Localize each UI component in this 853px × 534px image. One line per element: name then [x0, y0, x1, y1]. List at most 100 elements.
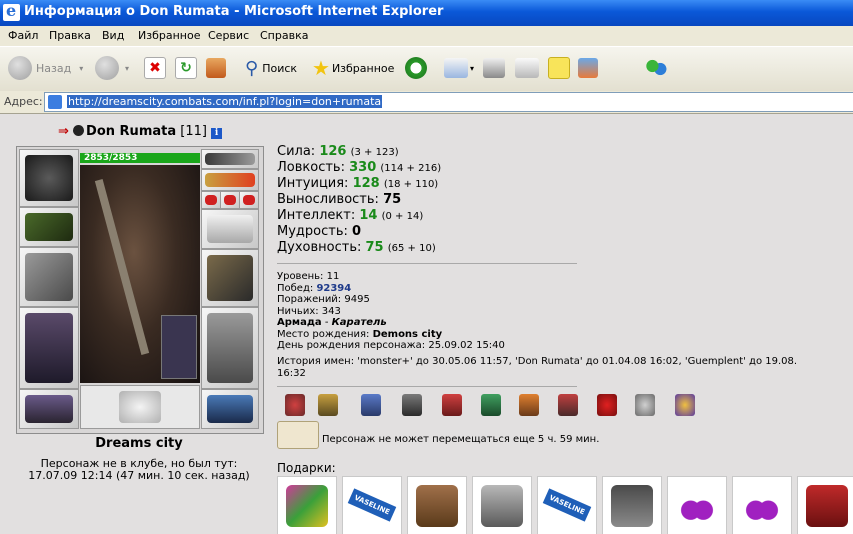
- potions-icon: [741, 485, 783, 527]
- messenger-button[interactable]: [644, 55, 668, 81]
- gift-item[interactable]: [667, 476, 727, 534]
- vaseline-tube-icon: VASELINE: [347, 488, 397, 522]
- gift-item[interactable]: [407, 476, 467, 534]
- history-button[interactable]: [405, 55, 427, 81]
- slot-ring-1[interactable]: [201, 191, 221, 209]
- stat-label: Интуиция:: [277, 176, 349, 191]
- info-value: 9495: [344, 294, 370, 305]
- menu-favorites[interactable]: Избранное: [138, 29, 200, 42]
- gift-item[interactable]: [472, 476, 532, 534]
- stat-detail: (3 + 123): [350, 147, 399, 158]
- slot-legs[interactable]: [201, 307, 259, 389]
- character-avatar: [80, 165, 200, 383]
- stat-label: Ловкость:: [277, 160, 345, 175]
- slot-gloves[interactable]: [201, 209, 259, 249]
- gift-item[interactable]: VASELINE: [342, 476, 402, 534]
- gift-item[interactable]: VASELINE: [537, 476, 597, 534]
- info-value: 11: [326, 271, 340, 282]
- refresh-button[interactable]: ↻: [175, 55, 197, 81]
- amulet-icon: [205, 173, 255, 187]
- clan-name[interactable]: Армада: [277, 317, 322, 328]
- stat-value: 128: [352, 176, 380, 191]
- badge-8-icon[interactable]: [558, 394, 578, 416]
- vaseline-tube-icon: VASELINE: [542, 488, 592, 522]
- slot-bracers[interactable]: [19, 207, 79, 247]
- gift-item[interactable]: [732, 476, 792, 534]
- gift-item[interactable]: [602, 476, 662, 534]
- slot-armor[interactable]: [19, 307, 79, 389]
- character-name: Don Rumata: [86, 124, 177, 139]
- clan-rank: Каратель: [331, 317, 387, 328]
- print-button[interactable]: [483, 55, 505, 81]
- info-icon[interactable]: i: [211, 128, 223, 139]
- gift-item[interactable]: [277, 476, 337, 534]
- badge-1-icon[interactable]: [285, 394, 305, 416]
- character-panel: 2853/2853: [16, 146, 264, 434]
- window-title: Информация о Don Rumata - Microsoft Inte…: [24, 4, 444, 19]
- stat-label: Духовность:: [277, 240, 362, 255]
- bracer-icon: [25, 213, 73, 241]
- badge-5-icon[interactable]: [442, 394, 462, 416]
- badge-11-icon[interactable]: [675, 394, 695, 416]
- stats-list: Сила: 126 (3 + 123) Ловкость: 330 (114 +…: [277, 144, 441, 256]
- slot-boots[interactable]: [201, 389, 259, 429]
- badge-10-icon[interactable]: [635, 394, 655, 416]
- stat-intellect: Интеллект: 14 (0 + 14): [277, 208, 441, 224]
- slot-ring-2[interactable]: [220, 191, 240, 209]
- back-button[interactable]: Назад ▾: [8, 55, 83, 81]
- badge-7-icon[interactable]: [519, 394, 539, 416]
- gift-item[interactable]: [797, 476, 853, 534]
- menu-file[interactable]: Файл: [8, 29, 38, 42]
- info-clan: Армада - Каратель: [277, 317, 505, 329]
- badge-4-icon[interactable]: [402, 394, 422, 416]
- badge-3-icon[interactable]: [361, 394, 381, 416]
- menu-bar: Файл Правка Вид Избранное Сервис Справка: [0, 26, 853, 47]
- menu-help[interactable]: Справка: [260, 29, 308, 42]
- info-value: 343: [321, 305, 341, 317]
- back-arrow-icon: [8, 56, 32, 80]
- forward-button[interactable]: ▾: [95, 55, 129, 81]
- history-line: 16:32: [277, 367, 306, 379]
- chess-statue-icon: [481, 485, 523, 527]
- divider: [277, 263, 577, 264]
- private-message-arrow-icon[interactable]: ⇒: [58, 124, 69, 139]
- stat-endurance: Выносливость: 75: [277, 192, 441, 208]
- menu-edit[interactable]: Правка: [49, 29, 91, 42]
- history-icon: [405, 57, 427, 79]
- research-button[interactable]: [578, 55, 598, 81]
- address-input[interactable]: http://dreamscity.combats.com/inf.pl?log…: [44, 92, 853, 112]
- slot-belt[interactable]: [19, 389, 79, 429]
- slot-weapon[interactable]: [19, 247, 79, 307]
- address-url[interactable]: http://dreamscity.combats.com/inf.pl?log…: [67, 95, 383, 108]
- menu-view[interactable]: Вид: [102, 29, 124, 42]
- character-header: ⇒ Don Rumata [11] i: [58, 124, 223, 139]
- slot-ring-3[interactable]: [239, 191, 259, 209]
- slot-helmet[interactable]: [19, 149, 79, 207]
- cloak-icon: [611, 485, 653, 527]
- slot-earring[interactable]: [201, 149, 259, 169]
- home-button[interactable]: [206, 55, 226, 81]
- edit-button[interactable]: [515, 55, 539, 81]
- ring-icon: [224, 195, 236, 205]
- menu-tools[interactable]: Сервис: [208, 29, 249, 42]
- pet-cat-image[interactable]: [161, 315, 197, 379]
- stat-value: 330: [349, 160, 377, 175]
- discuss-icon: [548, 57, 570, 79]
- stop-button[interactable]: ✖: [144, 55, 166, 81]
- stat-wisdom: Мудрость: 0: [277, 224, 441, 240]
- slot-amulet[interactable]: [201, 169, 259, 191]
- character-level: [11]: [180, 124, 207, 139]
- discuss-button[interactable]: [548, 55, 570, 81]
- clan-separator: -: [321, 317, 332, 328]
- mail-button[interactable]: ▾: [444, 55, 474, 81]
- search-button[interactable]: ⚲ Поиск: [245, 55, 297, 81]
- badge-6-icon[interactable]: [481, 394, 501, 416]
- favorites-button[interactable]: ★ Избранное: [312, 55, 394, 81]
- info-level: Уровень: 11: [277, 271, 505, 283]
- badge-2-icon[interactable]: [318, 394, 338, 416]
- slot-offhand[interactable]: [201, 249, 259, 307]
- badge-9-icon[interactable]: [597, 394, 617, 416]
- research-icon: [578, 58, 598, 78]
- slot-emblem: [80, 385, 200, 429]
- info-wins: Побед: 92394: [277, 283, 505, 295]
